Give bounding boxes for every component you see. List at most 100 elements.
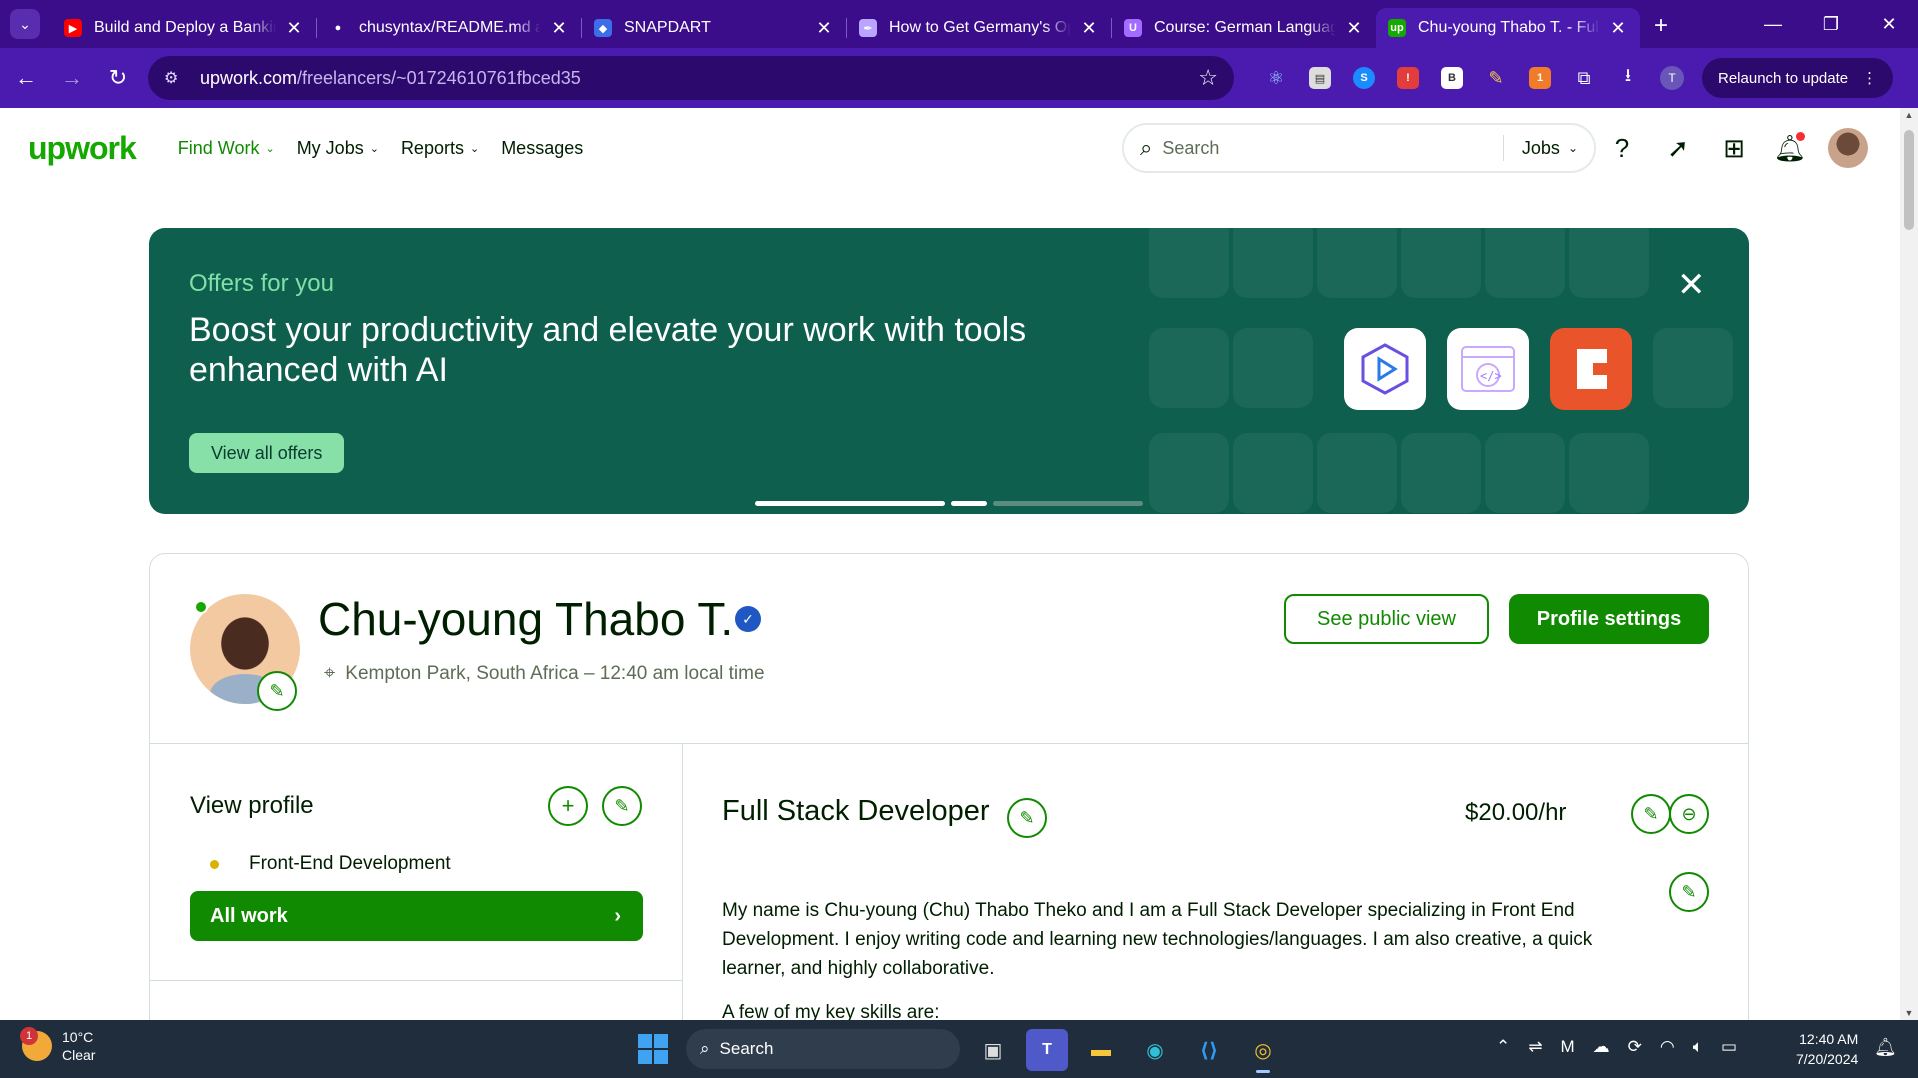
volume-icon[interactable]: 🔈︎: [1693, 1037, 1703, 1057]
extension-react[interactable]: ⚛: [1254, 58, 1298, 98]
browser-tab[interactable]: ● chusyntax/README.md at ✕: [317, 8, 581, 48]
onedrive-icon[interactable]: ☁: [1593, 1037, 1610, 1057]
app-tile-c[interactable]: [1550, 328, 1632, 410]
nav-item-my-jobs[interactable]: My Jobs ⌄: [297, 138, 379, 159]
edit-view-profile-button[interactable]: ✎: [602, 786, 642, 826]
extension-screenshot[interactable]: ▤: [1298, 58, 1342, 98]
battery-icon[interactable]: ▭: [1721, 1037, 1737, 1057]
site-info-icon[interactable]: ⚙: [164, 68, 186, 88]
scrollbar-thumb[interactable]: [1904, 130, 1914, 230]
copy-link-button[interactable]: ⊖: [1669, 794, 1709, 834]
address-bar[interactable]: ⚙ upwork.com/freelancers/~01724610761fbc…: [148, 56, 1234, 100]
browser-tab[interactable]: U Course: German Language ✕: [1112, 8, 1376, 48]
edit-photo-button[interactable]: ✎: [257, 671, 297, 711]
search-box[interactable]: ⌕ Search Jobs ⌄: [1122, 123, 1596, 173]
extension-b[interactable]: B: [1430, 58, 1474, 98]
wifi-icon[interactable]: ◠: [1660, 1037, 1675, 1057]
forward-button[interactable]: →: [52, 58, 92, 98]
taskbar-clock[interactable]: 12:40 AM 7/20/2024: [1796, 1029, 1858, 1069]
upwork-logo[interactable]: upwork: [28, 130, 137, 167]
notifications-icon[interactable]: 🔔︎: [1874, 1037, 1897, 1058]
browser-tab[interactable]: up Chu-young Thabo T. - Full ✕: [1376, 8, 1640, 48]
banner-bg-tile: [1569, 228, 1649, 298]
file-explorer-icon[interactable]: ▬: [1080, 1029, 1122, 1071]
task-view-icon[interactable]: ▣: [972, 1029, 1014, 1071]
extension-orange[interactable]: 1: [1518, 58, 1562, 98]
gmail-icon[interactable]: M: [1561, 1037, 1575, 1057]
nav-item-find-work[interactable]: Find Work ⌄: [178, 138, 275, 159]
notifications-bell-icon[interactable]: 🔔︎: [1772, 128, 1808, 168]
chevron-up-icon[interactable]: ⌃: [1496, 1037, 1510, 1057]
relaunch-label: Relaunch to update: [1718, 69, 1849, 87]
new-tab-button[interactable]: +: [1654, 12, 1668, 40]
sync-icon[interactable]: ⟳: [1628, 1037, 1642, 1057]
search-scope-dropdown[interactable]: Jobs ⌄: [1522, 138, 1578, 159]
carousel-dot-3[interactable]: [993, 501, 1143, 506]
extension-pen[interactable]: ✎: [1474, 58, 1518, 98]
extension-shazam[interactable]: S: [1342, 58, 1386, 98]
arrow-left-icon: ←: [15, 65, 37, 90]
url-text[interactable]: upwork.com/freelancers/~01724610761fbced…: [200, 68, 1198, 89]
close-tab-icon[interactable]: ✕: [549, 18, 569, 39]
specialized-profile-item[interactable]: Front-End Development: [190, 853, 451, 875]
scroll-up-arrow-icon[interactable]: ▲: [1900, 110, 1918, 120]
search-input[interactable]: Search: [1162, 138, 1503, 159]
browser-tab[interactable]: ✒ How to Get Germany's Op ✕: [847, 8, 1111, 48]
browser-tab[interactable]: ◆ SNAPDART ✕: [582, 8, 846, 48]
weather-widget[interactable]: 1 10°C Clear: [20, 1027, 95, 1064]
edit-title-button[interactable]: ✎: [1007, 798, 1047, 838]
moon-icon: 1: [20, 1027, 52, 1061]
close-banner-icon[interactable]: ✕: [1677, 268, 1706, 302]
relaunch-button[interactable]: Relaunch to update ⋮: [1702, 58, 1894, 98]
edge-icon[interactable]: ◉: [1134, 1029, 1176, 1071]
nav-item-reports[interactable]: Reports ⌄: [401, 138, 479, 159]
downloads-button[interactable]: ⭳: [1606, 58, 1650, 98]
screenshot-icon: ▤: [1309, 67, 1331, 89]
nav-item-messages[interactable]: Messages: [501, 138, 583, 159]
chrome-icon[interactable]: ◎: [1242, 1029, 1284, 1073]
close-tab-icon[interactable]: ✕: [1608, 18, 1628, 39]
profile-settings-button[interactable]: Profile settings: [1509, 594, 1709, 644]
pencil-icon: ✎: [1643, 803, 1659, 824]
vscode-icon[interactable]: ⟨⟩: [1188, 1029, 1230, 1071]
back-button[interactable]: ←: [6, 58, 46, 98]
user-avatar[interactable]: [1828, 128, 1868, 168]
apps-grid-icon[interactable]: ⊞: [1716, 128, 1752, 168]
reload-button[interactable]: ↻: [98, 58, 138, 98]
bookmark-star-icon[interactable]: ☆: [1198, 65, 1218, 91]
close-tab-icon[interactable]: ✕: [1079, 18, 1099, 39]
carousel-dot-2[interactable]: [951, 501, 987, 506]
settings-sliders-icon[interactable]: ⇌: [1528, 1037, 1542, 1057]
all-work-button[interactable]: All work ›: [190, 891, 643, 941]
close-tab-icon[interactable]: ✕: [1344, 18, 1364, 39]
app-tile-video-ai[interactable]: [1344, 328, 1426, 410]
minimize-button[interactable]: —: [1744, 0, 1802, 48]
tab-search-button[interactable]: ⌄: [10, 9, 40, 39]
carousel-dot-1[interactable]: [755, 501, 945, 506]
add-specialized-profile-button[interactable]: +: [548, 786, 588, 826]
close-tab-icon[interactable]: ✕: [814, 18, 834, 39]
profile-button[interactable]: T: [1650, 58, 1694, 98]
chevron-down-icon: ⌄: [19, 15, 31, 32]
windows-start-icon[interactable]: [638, 1034, 668, 1064]
app-tile-code-ai[interactable]: </>: [1447, 328, 1529, 410]
site-header: upwork Find Work ⌄ My Jobs ⌄ Reports ⌄ Message…: [0, 108, 1900, 188]
restore-button[interactable]: ❐: [1802, 0, 1860, 48]
page-scrollbar[interactable]: ▲ ▼: [1900, 108, 1918, 1020]
extensions-button[interactable]: ⧉: [1562, 58, 1606, 98]
see-public-view-button[interactable]: See public view: [1284, 594, 1489, 644]
upwork-icon: up: [1388, 19, 1406, 37]
scroll-down-arrow-icon[interactable]: ▼: [1900, 1008, 1918, 1018]
edit-rate-button[interactable]: ✎: [1631, 794, 1671, 834]
taskbar-search[interactable]: ⌕ Search: [686, 1029, 960, 1069]
window-controls: — ❐ ✕: [1744, 0, 1918, 48]
close-tab-icon[interactable]: ✕: [284, 18, 304, 39]
close-window-button[interactable]: ✕: [1860, 0, 1918, 48]
teams-icon[interactable]: T: [1026, 1029, 1068, 1071]
edit-overview-button[interactable]: ✎: [1669, 872, 1709, 912]
help-icon[interactable]: ?: [1604, 128, 1640, 168]
direct-contracts-icon[interactable]: ➚: [1660, 128, 1696, 168]
extension-red[interactable]: !: [1386, 58, 1430, 98]
view-all-offers-button[interactable]: View all offers: [189, 433, 345, 473]
browser-tab[interactable]: ▶ Build and Deploy a Banking ✕: [52, 8, 316, 48]
